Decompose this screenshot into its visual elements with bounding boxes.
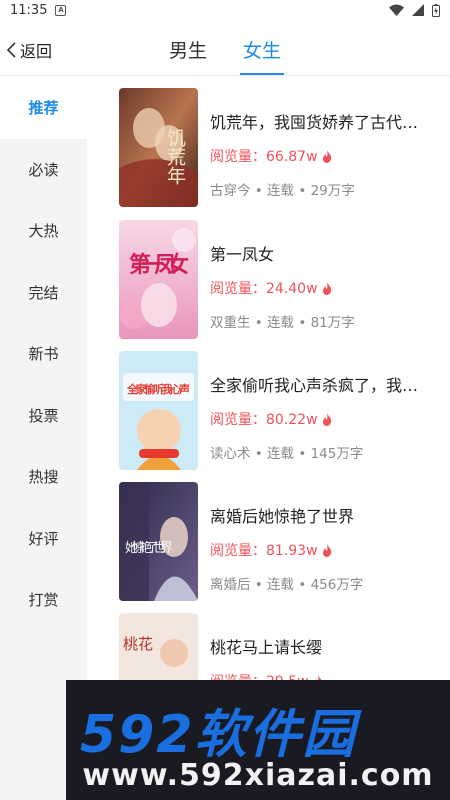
book-cover[interactable]: 全家偷听我心声 <box>119 351 198 470</box>
cover-title-text: 全家偷听我心声 <box>126 382 190 396</box>
book-item[interactable]: 全家偷听我心声 全家偷听我心声杀疯了，我… 阅览量：80.22w 读心术 • 连… <box>119 351 444 471</box>
flame-icon <box>322 281 331 295</box>
book-views: 阅览量：80.22w <box>210 409 444 429</box>
cover-title-text: 她惊艳了世界 <box>125 540 173 556</box>
sidebar-item-vote[interactable]: 投票 <box>0 385 87 447</box>
tab-male[interactable]: 男生 <box>166 36 210 63</box>
sidebar-item-trending[interactable]: 热搜 <box>0 446 87 508</box>
signal-icon <box>412 4 424 16</box>
book-meta: 读心术 • 连载 • 145万字 <box>210 446 364 462</box>
views-text: 阅览量：66.87w <box>210 149 318 165</box>
book-item[interactable]: 第一凤女 第一凤女 阅览量：24.40w 双重生 • 连载 • 81万字 <box>119 220 444 340</box>
book-info: 离婚后她惊艳了世界 阅览量：81.93w 离婚后 • 连载 • 456万字 <box>210 482 444 593</box>
wifi-icon <box>389 4 404 16</box>
book-meta: 离婚后 • 连载 • 456万字 <box>210 577 364 593</box>
status-time: 11:35 <box>10 2 48 18</box>
sidebar-item-hot[interactable]: 大热 <box>0 200 87 262</box>
watermark-url: www.592xiazai.com <box>82 758 434 793</box>
cover-title-text: 饥荒年 <box>164 128 186 185</box>
book-info: 全家偷听我心声杀疯了，我… 阅览量：80.22w 读心术 • 连载 • 145万… <box>210 351 444 462</box>
book-meta: 双重生 • 连载 • 81万字 <box>210 315 355 331</box>
top-navigation: 返回 男生 女生 <box>0 28 450 76</box>
watermark-brand: 592软件园 <box>80 705 357 765</box>
book-title[interactable]: 桃花马上请长缨 <box>210 634 444 658</box>
status-indicators <box>389 3 440 17</box>
book-item[interactable]: 她惊艳了世界 离婚后她惊艳了世界 阅览量：81.93w 离婚后 • 连载 • 4… <box>119 482 444 602</box>
sidebar-item-completed[interactable]: 完结 <box>0 262 87 324</box>
status-bar: 11:35 A <box>0 0 450 20</box>
gender-tabs: 男生 女生 <box>0 36 450 75</box>
book-title[interactable]: 全家偷听我心声杀疯了，我… <box>210 372 444 396</box>
sidebar-item-new[interactable]: 新书 <box>0 323 87 385</box>
book-cover[interactable]: 她惊艳了世界 <box>119 482 198 601</box>
book-cover[interactable]: 第一凤女 <box>119 220 198 339</box>
sidebar-item-recommend[interactable]: 推荐 <box>0 77 87 139</box>
book-info: 饥荒年，我囤货娇养了古代… 阅览量：66.87w 古穿今 • 连载 • 29万字 <box>210 88 444 199</box>
cover-title-text: 桃花 <box>123 635 153 653</box>
sidebar-item-top-rated[interactable]: 好评 <box>0 508 87 570</box>
flame-icon <box>322 149 331 163</box>
views-text: 阅览量：24.40w <box>210 281 318 297</box>
battery-icon <box>432 3 440 17</box>
sidebar-item-reward[interactable]: 打赏 <box>0 569 87 631</box>
book-title[interactable]: 离婚后她惊艳了世界 <box>210 503 444 527</box>
book-meta: 古穿今 • 连载 • 29万字 <box>210 183 355 199</box>
watermark-banner: 592软件园 www.592xiazai.com <box>66 680 450 800</box>
book-title[interactable]: 饥荒年，我囤货娇养了古代… <box>210 109 444 133</box>
views-text: 阅览量：80.22w <box>210 412 318 428</box>
book-views: 阅览量：24.40w <box>210 278 444 298</box>
book-title[interactable]: 第一凤女 <box>210 241 444 265</box>
book-views: 阅览量：66.87w <box>210 146 444 166</box>
views-text: 阅览量：81.93w <box>210 543 318 559</box>
book-views: 阅览量：81.93w <box>210 540 444 560</box>
cover-title-text: 第一凤女 <box>129 252 189 278</box>
notification-icon: A <box>55 4 67 16</box>
flame-icon <box>322 543 331 557</box>
flame-icon <box>322 412 331 426</box>
book-cover[interactable]: 饥荒年 <box>119 88 198 207</box>
book-info: 第一凤女 阅览量：24.40w 双重生 • 连载 • 81万字 <box>210 220 444 331</box>
tab-female[interactable]: 女生 <box>240 36 285 75</box>
sidebar-item-must-read[interactable]: 必读 <box>0 139 87 201</box>
book-item[interactable]: 饥荒年 饥荒年，我囤货娇养了古代… 阅览量：66.87w 古穿今 • 连载 • … <box>119 88 444 208</box>
